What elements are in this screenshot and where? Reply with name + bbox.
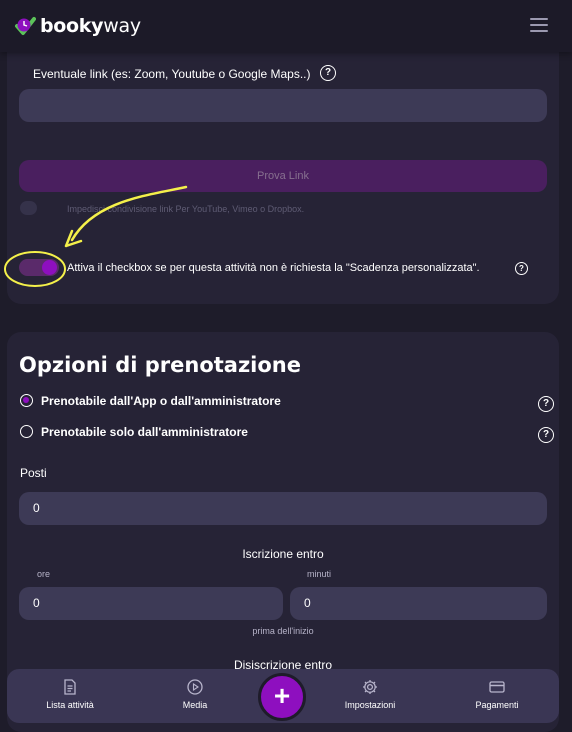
custom-deadline-toggle[interactable] — [19, 259, 59, 276]
seats-input[interactable]: 0 — [19, 492, 547, 525]
hours-label: ore — [37, 569, 51, 579]
gear-icon — [363, 680, 377, 694]
credit-card-icon — [489, 681, 505, 693]
app-header: bookyway — [0, 0, 572, 52]
test-link-button[interactable]: Prova Link — [19, 160, 547, 192]
toggle-knob — [42, 260, 57, 275]
nav-payments[interactable]: Pagamenti — [442, 669, 552, 723]
nav-activity-list-label: Lista attività — [46, 700, 94, 710]
minutes-label: minuti — [307, 569, 332, 579]
prevent-share-label: Impedisci condivisione link Per YouTube,… — [67, 204, 305, 214]
document-icon — [64, 679, 76, 695]
signup-hours-input[interactable]: 0 — [19, 587, 283, 620]
bookyway-logo[interactable]: bookyway — [14, 12, 141, 40]
help-icon[interactable]: ? — [515, 262, 528, 275]
radio-app-or-admin-label: Prenotabile dall'App o dall'amministrato… — [41, 394, 281, 408]
signup-minutes-input[interactable]: 0 — [290, 587, 547, 620]
help-icon[interactable]: ? — [538, 427, 554, 443]
nav-media-label: Media — [182, 700, 208, 710]
signup-deadline-title: Iscrizione entro — [242, 547, 324, 561]
nav-settings[interactable]: Impostazioni — [315, 669, 425, 723]
nav-settings-label: Impostazioni — [344, 700, 396, 710]
booking-options-title: Opzioni di prenotazione — [19, 353, 301, 377]
nav-payments-label: Pagamenti — [475, 700, 519, 710]
help-icon[interactable]: ? — [538, 396, 554, 412]
radio-app-or-admin[interactable] — [20, 394, 33, 407]
prevent-share-toggle[interactable] — [20, 201, 37, 215]
radio-admin-only-label: Prenotabile solo dall'amministratore — [41, 425, 248, 439]
hamburger-menu-icon[interactable] — [530, 18, 548, 32]
add-activity-button[interactable]: + — [258, 673, 306, 721]
nav-media[interactable]: Media — [140, 669, 250, 723]
help-icon[interactable]: ? — [320, 65, 336, 81]
nav-activity-list[interactable]: Lista attività — [15, 669, 125, 723]
seats-label: Posti — [20, 466, 47, 480]
radio-admin-only[interactable] — [20, 425, 33, 438]
logo-check-icon — [15, 17, 36, 35]
logo-text: bookyway — [40, 15, 141, 37]
before-start-label: prima dell'inizio — [252, 626, 314, 636]
link-label: Eventuale link (es: Zoom, Youtube o Goog… — [33, 67, 311, 81]
play-circle-icon — [187, 679, 203, 695]
link-input[interactable] — [19, 89, 547, 122]
custom-deadline-label: Attiva il checkbox se per questa attivit… — [67, 262, 480, 274]
